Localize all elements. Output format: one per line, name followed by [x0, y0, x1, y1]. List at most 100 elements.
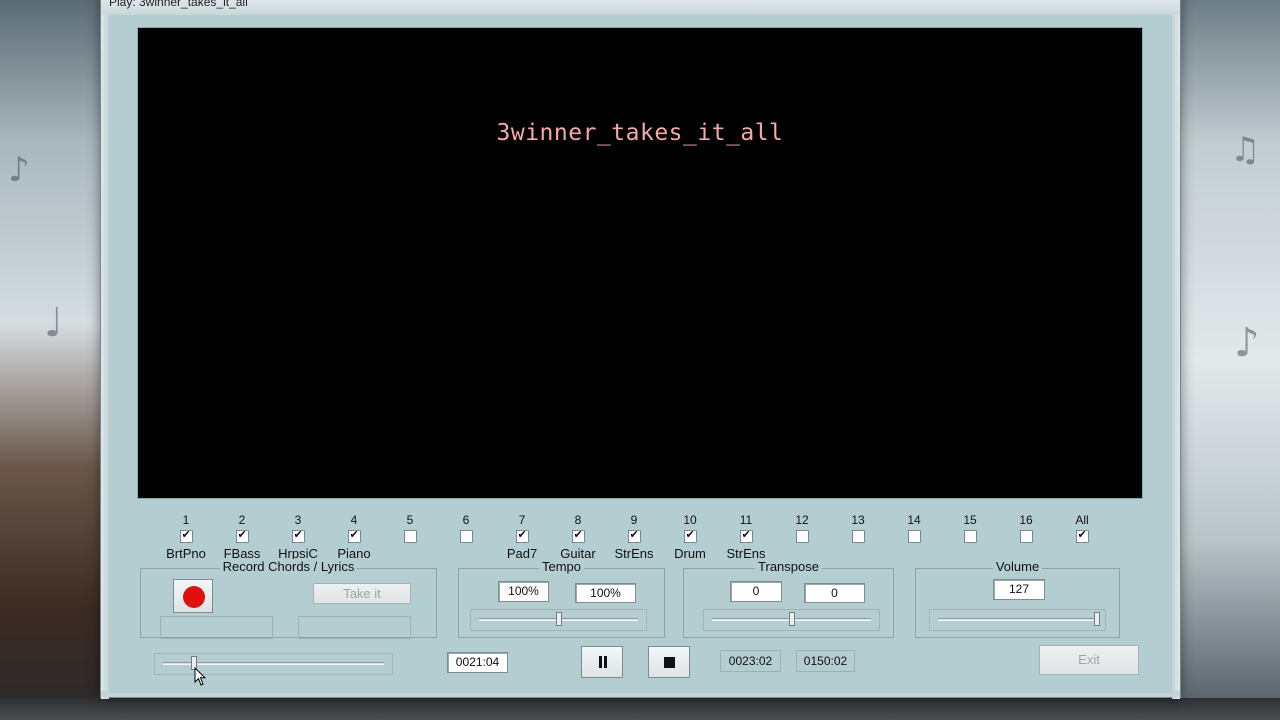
channel-13: 13 — [828, 512, 888, 561]
tempo-value-field[interactable]: 100% — [498, 581, 549, 602]
lyrics-input[interactable] — [298, 616, 411, 639]
channel-number: 10 — [683, 513, 697, 527]
channel-number: 15 — [963, 513, 977, 527]
channel-instrument-label: StrEns — [614, 546, 654, 561]
music-note-decoration: ♪ — [1234, 320, 1260, 366]
pause-button[interactable] — [581, 646, 623, 678]
channel-number: 6 — [462, 513, 470, 527]
music-note-decoration: ♫ — [1230, 130, 1261, 170]
channel-checkbox[interactable] — [963, 530, 977, 543]
channel-number: 3 — [294, 513, 302, 527]
slider-thumb[interactable] — [1094, 612, 1100, 626]
transpose-value-field-2[interactable]: 0 — [804, 583, 865, 603]
transpose-group: Transpose 0 0 — [683, 559, 894, 638]
tempo-group: Tempo 100% 100% — [458, 559, 665, 638]
channel-checkbox[interactable] — [627, 528, 641, 543]
channel-checkbox[interactable] — [851, 530, 865, 543]
current-time-field[interactable]: 0021:04 — [447, 652, 508, 673]
stop-icon — [664, 657, 675, 668]
channel-checkbox[interactable] — [795, 530, 809, 543]
volume-value-field[interactable]: 127 — [993, 579, 1045, 600]
channel-number: 1 — [182, 513, 190, 527]
record-button[interactable] — [173, 579, 213, 613]
volume-group: Volume 127 — [915, 559, 1120, 638]
record-icon — [183, 586, 205, 608]
channel-checkbox[interactable] — [459, 530, 473, 543]
channel-2: 2FBass — [212, 512, 272, 561]
channel-15: 15 — [940, 512, 1000, 561]
tempo-value-field-2[interactable]: 100% — [575, 583, 636, 603]
channel-11: 11StrEns — [716, 512, 776, 561]
chord-input[interactable] — [160, 616, 273, 639]
channel-12: 12 — [772, 512, 832, 561]
channel-checkbox[interactable] — [403, 530, 417, 543]
slider-thumb[interactable] — [555, 612, 562, 626]
record-group: Record Chords / Lyrics Take it — [140, 559, 437, 639]
window-border-right — [1172, 15, 1180, 699]
channel-instrument-label — [1052, 543, 1112, 561]
transpose-label: Transpose — [755, 559, 822, 574]
channel-3: 3HrpsiC — [268, 512, 328, 561]
slider-track — [938, 618, 1097, 621]
mouse-cursor-icon — [194, 667, 206, 686]
channel-checkbox[interactable] — [347, 528, 361, 543]
lyrics-display: 3winner_takes_it_all — [137, 27, 1143, 499]
channel-7: 7Pad7 — [492, 512, 552, 561]
desktop-background-left — [0, 0, 102, 720]
channel-number: 16 — [1019, 513, 1033, 527]
channel-number: 5 — [406, 513, 414, 527]
desktop-background-right — [1178, 0, 1280, 720]
tempo-slider[interactable] — [470, 609, 647, 631]
channel-checkbox[interactable] — [571, 528, 585, 543]
record-group-label: Record Chords / Lyrics — [219, 559, 358, 574]
channel-checkbox[interactable] — [739, 528, 753, 543]
channel-checkbox[interactable] — [291, 528, 305, 543]
take-it-button[interactable]: Take it — [313, 583, 411, 604]
pause-icon — [598, 656, 608, 668]
transpose-slider[interactable] — [703, 609, 880, 631]
channel-instrument-label — [380, 543, 440, 561]
desktop-background-bottom — [0, 698, 1280, 720]
transpose-value-field[interactable]: 0 — [730, 581, 782, 602]
volume-slider[interactable] — [929, 609, 1106, 631]
stop-button[interactable] — [648, 646, 690, 678]
song-position-slider[interactable] — [154, 653, 393, 675]
channel-instrument-label — [940, 543, 1000, 561]
music-note-decoration: ♩ — [44, 300, 63, 346]
tempo-label: Tempo — [538, 559, 585, 574]
window-client-area: 3winner_takes_it_all 1 BrtPno 2FBass3Hrpsi… — [109, 15, 1172, 693]
channel-instrument-label — [436, 543, 496, 561]
channel-16: 16 — [996, 512, 1056, 561]
channel-instrument-label: BrtPno — [166, 546, 206, 561]
channel-checkbox[interactable] — [235, 528, 249, 543]
channel-14: 14 — [884, 512, 944, 561]
channel-instrument-label — [828, 543, 888, 561]
player-window: Play: 3winner_takes_it_all 3winner_takes… — [100, 0, 1181, 699]
volume-label: Volume — [992, 559, 1043, 574]
channel-number: 13 — [851, 513, 865, 527]
window-border-left — [101, 15, 109, 699]
channel-9: 9 StrEns — [604, 512, 664, 561]
channel-number: 14 — [907, 513, 921, 527]
music-note-decoration: ♪ — [8, 150, 30, 190]
channel-checkbox[interactable] — [179, 528, 193, 543]
channel-number: 9 — [630, 513, 638, 527]
channel-checkbox[interactable] — [1019, 530, 1033, 543]
channel-checkbox[interactable] — [907, 530, 921, 543]
song-title: 3winner_takes_it_all — [496, 120, 784, 146]
channel-6: 6 — [436, 512, 496, 561]
channel-number: 2 — [238, 513, 246, 527]
slider-thumb[interactable] — [788, 612, 795, 626]
channel-instrument-label — [884, 543, 944, 561]
channel-number: 8 — [574, 513, 582, 527]
channel-all: All — [1052, 512, 1112, 561]
time-field-a: 0023:02 — [720, 650, 781, 672]
window-title: Play: 3winner_takes_it_all — [109, 0, 248, 9]
channel-checkbox[interactable] — [1075, 528, 1089, 543]
channel-checkbox[interactable] — [683, 528, 697, 543]
channel-10: 10 Drum — [660, 512, 720, 561]
channel-checkbox[interactable] — [515, 528, 529, 543]
exit-button[interactable]: Exit — [1039, 645, 1139, 675]
title-bar[interactable]: Play: 3winner_takes_it_all — [101, 0, 1180, 15]
channel-4: 4Piano — [324, 512, 384, 561]
